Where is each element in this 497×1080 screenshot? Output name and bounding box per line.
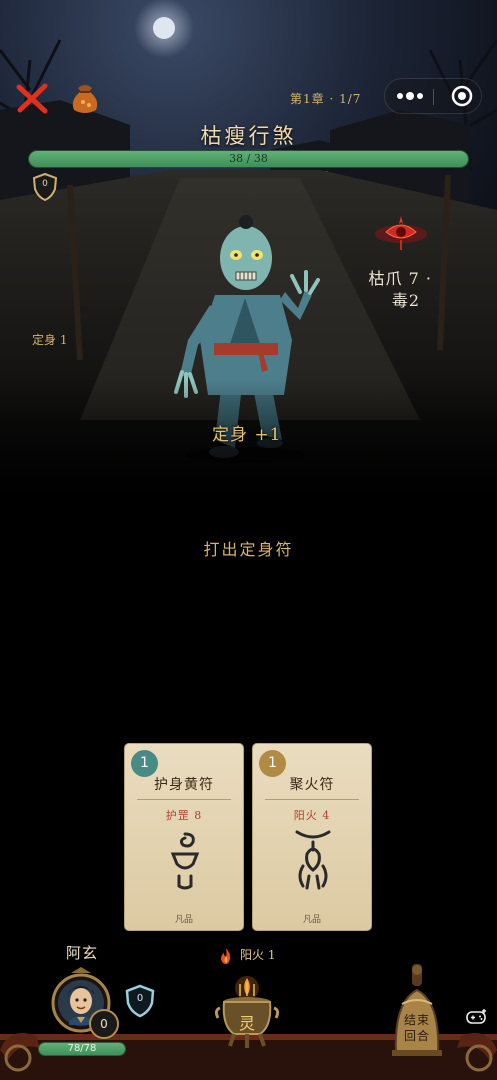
hand-card-fire-talisman[interactable]: 1 聚火符 阳火 4 凡品 — [252, 743, 372, 931]
fire-glyph-icon — [295, 830, 331, 890]
gamepad-icon — [466, 1009, 486, 1024]
close-button[interactable] — [14, 80, 50, 116]
card-name: 护身黄符 — [154, 777, 214, 793]
censer-character: 灵 — [238, 1014, 255, 1033]
inventory-bag-button[interactable] — [66, 78, 104, 116]
chapter-progress: 第1章 · 1/7 — [290, 92, 362, 106]
card-divider — [265, 799, 359, 800]
red-talisman-bell-icon — [375, 216, 427, 250]
action-log-text: 打出定身符 — [203, 540, 294, 559]
enemy-status-immobilize: 定身 1 — [32, 333, 68, 347]
gamepad-button[interactable] — [466, 1008, 488, 1026]
end-turn-label: 结束 回合 — [386, 1012, 448, 1044]
player-shield-value: 0 — [136, 993, 144, 1004]
moon — [153, 17, 175, 39]
more-dots-icon — [397, 92, 423, 100]
enemy-block-badge: 0 — [31, 172, 59, 202]
player-block-badge: 0 — [89, 1009, 119, 1039]
player-hp-bar: 78/78 — [38, 1042, 126, 1056]
spirit-censer-energy: 灵 — [212, 974, 282, 1054]
player-shield-badge: 0 — [123, 984, 157, 1018]
end-turn-line-2: 回合 — [403, 1029, 430, 1043]
player-name: 阿玄 — [66, 944, 99, 962]
energy-indicator: 阳火 1 — [218, 946, 275, 965]
enemy-block-value: 0 — [42, 179, 48, 189]
enemy-name: 枯瘦行煞 — [200, 124, 297, 148]
floating-status-text: 定身 +1 — [212, 425, 282, 445]
card-cost: 1 — [259, 750, 286, 777]
player-hp-text: 78/78 — [67, 1043, 97, 1054]
close-x-icon — [16, 83, 48, 114]
enemy-hp-text: 38 / 38 — [229, 152, 268, 165]
card-rarity: 凡品 — [174, 915, 193, 925]
flame-icon — [221, 947, 231, 964]
end-turn-button[interactable]: 结束 回合 — [386, 962, 448, 1058]
end-turn-line-1: 结束 — [403, 1013, 430, 1027]
talisman-glyph-icon — [170, 832, 200, 890]
card-name: 聚火符 — [289, 777, 335, 793]
enemy-hp-bar: 38 / 38 — [28, 150, 469, 168]
intent-line-1: 枯爪 7 · — [368, 269, 432, 288]
hand-card-protective-talisman[interactable]: 1 护身黄符 护罡 8 凡品 — [124, 743, 244, 931]
mini-program-capsule — [384, 78, 482, 114]
energy-label-text: 阳火 1 — [240, 948, 276, 962]
enemy-intent-attack-icon — [372, 210, 430, 254]
card-rarity: 凡品 — [302, 915, 321, 925]
pouch-bag-icon — [72, 85, 98, 113]
exit-mini-program-button[interactable] — [434, 79, 482, 113]
more-options-button[interactable] — [385, 79, 433, 113]
enemy-intent-text: 枯爪 7 · 毒2 — [362, 268, 432, 312]
card-cost: 1 — [131, 750, 158, 777]
intent-line-2: 毒2 — [391, 291, 420, 310]
target-circle-icon — [451, 85, 473, 107]
card-divider — [137, 799, 231, 800]
